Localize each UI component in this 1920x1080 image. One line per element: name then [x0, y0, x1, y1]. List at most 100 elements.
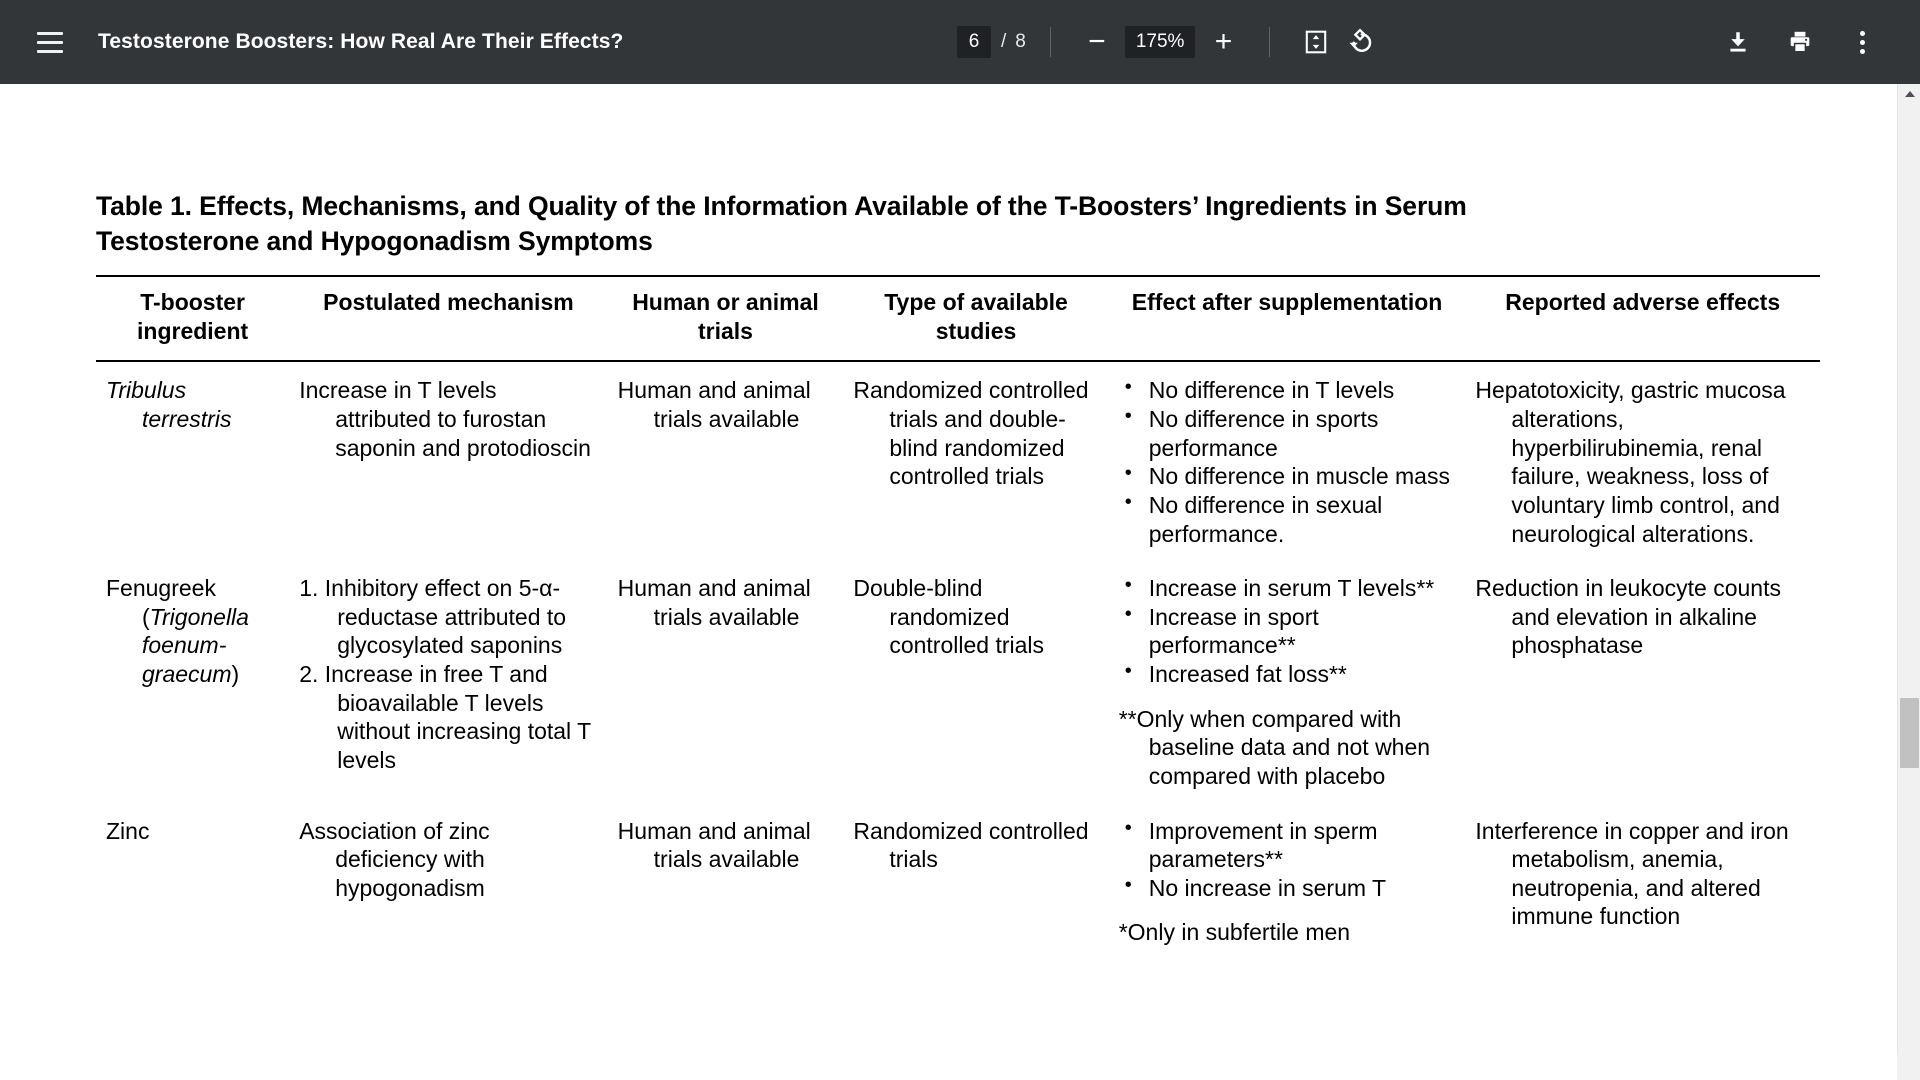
cell-mechanism: 1. Inhibitory effect on 5-α-reductase at…	[289, 560, 607, 802]
hamburger-menu-icon[interactable]	[30, 22, 70, 62]
cell-mechanism: Increase in T levels attributed to furos…	[289, 361, 607, 560]
cell-study-type: Double-blind randomized controlled trial…	[843, 560, 1108, 802]
cell-ingredient: Zinc	[96, 803, 289, 960]
cell-ingredient: Fenugreek (Trigonella foenum-graecum)	[96, 560, 289, 802]
table-row: Zinc Association of zinc deficiency with…	[96, 803, 1820, 960]
toolbar-right-group	[1716, 20, 1920, 64]
zoom-out-label: −	[1088, 25, 1106, 58]
table-row: Fenugreek (Trigonella foenum-graecum) 1.…	[96, 560, 1820, 802]
table-row: Tribulus terrestris Increase in T levels…	[96, 361, 1820, 560]
adverse-text: Reduction in leukocyte counts and elevat…	[1475, 575, 1781, 659]
mechanism-text: Increase in T levels attributed to furos…	[299, 377, 591, 461]
scroll-up-arrow-icon[interactable]	[1898, 84, 1920, 104]
ingredients-table: T-booster ingredient Postulated mechanis…	[96, 275, 1820, 959]
page-navigation: / 8	[956, 26, 1026, 58]
list-item: No increase in serum T	[1119, 873, 1456, 903]
list-item: No difference in muscle mass	[1119, 461, 1456, 491]
cell-trials: Human and animal trials available	[608, 361, 844, 560]
pdf-page: Table 1. Effects, Mechanisms, and Qualit…	[0, 84, 1897, 1080]
page-number-input[interactable]	[956, 26, 991, 58]
toolbar-left-group: Testosterone Boosters: How Real Are Thei…	[0, 22, 623, 62]
effects-list: No difference in T levels No difference …	[1119, 375, 1456, 548]
more-options-button[interactable]	[1840, 20, 1884, 64]
effects-list: Increase in serum T levels** Increase in…	[1119, 573, 1456, 689]
toolbar-divider	[1269, 27, 1271, 57]
scrollbar-corner	[1897, 1055, 1920, 1080]
table-caption: Table 1. Effects, Mechanisms, and Qualit…	[96, 191, 1467, 257]
cell-adverse: Reduction in leukocyte counts and elevat…	[1465, 560, 1820, 802]
cell-mechanism: Association of zinc deficiency with hypo…	[289, 803, 607, 960]
list-item: No difference in T levels	[1119, 375, 1456, 405]
table-header-row: T-booster ingredient Postulated mechanis…	[96, 275, 1820, 363]
ingredient-name: Fenugreek (Trigonella foenum-graecum)	[106, 574, 279, 689]
trials-text: Human and animal trials available	[617, 817, 811, 873]
cell-study-type: Randomized controlled trials	[843, 803, 1108, 960]
list-item: Improvement in sperm parameters**	[1119, 816, 1456, 874]
column-header-adverse: Reported adverse effects	[1465, 275, 1820, 363]
cell-trials: Human and animal trials available	[608, 560, 844, 802]
trials-text: Human and animal trials available	[617, 575, 811, 630]
zoom-level-value[interactable]: 175%	[1124, 26, 1196, 58]
cell-ingredient: Tribulus terrestris	[96, 361, 289, 560]
list-item: Increase in sport performance**	[1119, 602, 1456, 660]
triangle-up	[1904, 91, 1915, 97]
vertical-scrollbar-thumb[interactable]	[1900, 698, 1919, 768]
mechanism-numbered-list: 1. Inhibitory effect on 5-α-reductase at…	[299, 574, 597, 774]
print-button[interactable]	[1778, 20, 1822, 64]
print-icon	[1790, 31, 1810, 53]
effects-footnote: *Only in subfertile men	[1118, 919, 1351, 946]
toolbar-center-group: / 8 − 175% +	[623, 20, 1716, 64]
mechanism-text: Association of zinc deficiency with hypo…	[299, 817, 490, 901]
ingredient-paren-close: )	[231, 661, 240, 688]
cell-effect: Improvement in sperm parameters** No inc…	[1109, 803, 1466, 960]
hamburger-bar	[37, 49, 63, 53]
list-item: Increased fat loss**	[1119, 659, 1456, 689]
zoom-in-button[interactable]: +	[1201, 20, 1245, 64]
hamburger-bar	[37, 40, 63, 44]
adverse-text: Hepatotoxicity, gastric mucosa alteratio…	[1475, 377, 1786, 547]
list-item: No difference in sports performance	[1119, 404, 1456, 462]
cell-trials: Human and animal trials available	[608, 803, 844, 960]
page-separator: /	[1000, 31, 1007, 52]
hamburger-bar	[37, 31, 63, 35]
effects-footnote: **Only when compared with baseline data …	[1118, 705, 1431, 789]
document-title: Testosterone Boosters: How Real Are Thei…	[98, 30, 624, 53]
kebab-dot	[1859, 39, 1865, 45]
pdf-viewer-area[interactable]: Table 1. Effects, Mechanisms, and Qualit…	[0, 84, 1920, 1080]
ingredient-name-italic: Tribulus terrestris	[106, 377, 232, 433]
study-type-text: Double-blind randomized controlled trial…	[853, 575, 1045, 659]
kebab-dot	[1859, 48, 1865, 54]
ingredient-paren-open: (	[142, 603, 150, 630]
vertical-scrollbar[interactable]	[1897, 84, 1920, 1080]
column-header-study-type: Type of available studies	[843, 275, 1109, 363]
cell-effect: Increase in serum T levels** Increase in…	[1109, 560, 1466, 802]
list-item: No difference in sexual performance.	[1119, 490, 1456, 548]
toolbar-divider	[1049, 27, 1051, 57]
page-total-count: 8	[1015, 31, 1026, 52]
ingredient-name: Zinc	[106, 817, 150, 844]
list-item: 1. Inhibitory effect on 5-α-reductase at…	[299, 575, 567, 659]
cell-adverse: Hepatotoxicity, gastric mucosa alteratio…	[1465, 361, 1820, 560]
kebab-dot	[1859, 30, 1865, 36]
pdf-viewer-toolbar: Testosterone Boosters: How Real Are Thei…	[0, 0, 1920, 84]
cell-effect: No difference in T levels No difference …	[1109, 361, 1466, 560]
adverse-text: Interference in copper and iron metaboli…	[1475, 817, 1789, 930]
list-item: Increase in serum T levels**	[1119, 573, 1456, 603]
zoom-out-button[interactable]: −	[1075, 20, 1119, 64]
download-button[interactable]	[1716, 20, 1760, 64]
column-header-mechanism: Postulated mechanism	[289, 275, 608, 363]
column-header-trials: Human or animal trials	[607, 275, 844, 363]
rotate-counterclockwise-button[interactable]	[1338, 20, 1382, 64]
zoom-in-label: +	[1214, 25, 1233, 58]
rotate-counterclockwise-icon	[1349, 28, 1372, 52]
trials-text: Human and animal trials available	[617, 377, 811, 433]
cell-study-type: Randomized controlled trials and double-…	[843, 361, 1108, 560]
column-header-effect: Effect after supplementation	[1108, 275, 1466, 363]
document-content: Table 1. Effects, Mechanisms, and Qualit…	[96, 189, 1836, 959]
fit-to-page-button[interactable]	[1294, 20, 1338, 64]
download-icon	[1730, 32, 1746, 52]
ingredient-common-name: Fenugreek	[106, 575, 216, 602]
fit-to-page-icon	[1306, 30, 1327, 54]
effects-list: Improvement in sperm parameters** No inc…	[1119, 816, 1456, 903]
column-header-ingredient: T-booster ingredient	[96, 275, 290, 363]
